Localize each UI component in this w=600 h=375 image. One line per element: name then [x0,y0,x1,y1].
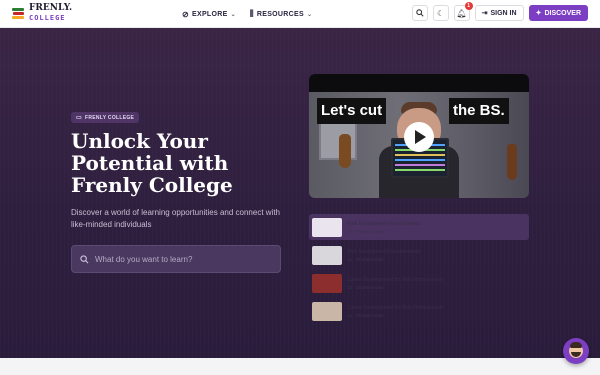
compass-icon: ⊘ [182,9,190,19]
playlist-item[interactable]: Career Development for Web Professionals… [309,298,529,324]
playlist-item-meta: 12 · Shorted video [347,256,384,262]
chat-assistant-button[interactable] [563,338,589,364]
playlist-item-title: Web Development Fundamentals [347,248,422,255]
notification-badge: 1 [464,2,473,10]
chevron-down-icon: ⌄ [230,11,236,18]
playlist-item-meta: 12 · Shorted video [347,228,384,234]
brand-subname: COLLEGE [29,14,66,22]
books-icon [12,6,24,20]
playlist-thumbnail [312,217,342,237]
avatar [569,342,583,358]
playlist-item-meta: 12 · Shorted video [347,284,384,290]
playlist-thumbnail [312,273,342,293]
sign-in-button[interactable]: ⇥ SIGN IN [474,5,524,21]
playlist-item[interactable]: Web Development Fundamentals 12 · Shorte… [309,214,529,240]
playlist-thumbnail [312,245,342,265]
playlist-thumbnail [312,301,342,321]
search-icon [80,254,89,263]
discover-label: DISCOVER [544,9,581,17]
sparkle-icon: ✦ [535,10,542,17]
bell-icon: 🔔︎ [456,8,467,18]
video-caption-left: Let's cut [317,98,387,124]
course-search-input[interactable] [95,254,265,264]
search-icon [415,9,424,17]
chevron-down-icon: ⌄ [306,11,313,18]
notifications-button[interactable]: 🔔︎ 1 [453,2,473,21]
video-top-bar [309,74,529,92]
play-button[interactable] [404,122,434,152]
guitar [507,144,517,180]
discover-button[interactable]: ✦ DISCOVER [528,5,588,21]
playlist-item[interactable]: Career Development for Web Professionals… [309,270,529,296]
main-nav: ⊘ EXPLORE ⌄ ⫼ RESOURCES ⌄ [182,0,312,28]
top-navbar: FRENLY. COLLEGE ⊘ EXPLORE ⌄ ⫼ RESOURCES … [0,0,600,28]
login-icon: ⇥ [481,10,488,17]
sign-in-label: SIGN IN [490,9,517,17]
header-actions: ☾ 🔔︎ 1 ⇥ SIGN IN ✦ DISCOVER [411,2,588,21]
search-button[interactable] [411,5,428,21]
nav-resources-label: RESOURCES [256,10,304,18]
playlist-item-meta: 12 · Shorted video [347,312,384,318]
guitar [339,134,351,168]
video-player[interactable]: Let's cut the BS. [309,74,529,198]
playlist-item-title: Career Development for Web Professionals [347,304,444,311]
hero-tag: ▭ FRENLY COLLEGE [71,112,140,123]
playlist-item-title: Web Development Fundamentals [347,220,422,227]
nav-resources[interactable]: ⫼ RESOURCES ⌄ [250,9,312,19]
video-caption-right: the BS. [449,98,509,124]
course-search [71,245,281,273]
nav-explore[interactable]: ⊘ EXPLORE ⌄ [182,10,236,19]
theme-toggle-button[interactable]: ☾ [432,5,449,21]
book-icon: ▭ [76,115,82,121]
next-section [0,358,600,375]
playlist-item[interactable]: Web Development Fundamentals 12 · Shorte… [309,242,529,268]
moon-icon: ☾ [437,8,445,18]
hero-subtitle: Discover a world of learning opportuniti… [71,208,281,229]
hero-tag-label: FRENLY COLLEGE [84,114,135,121]
brand-name: FRENLY. [29,3,73,13]
video-playlist: Web Development Fundamentals 12 · Shorte… [309,214,529,326]
playlist-item-title: Career Development for Web Professionals [347,276,444,283]
library-icon: ⫼ [249,9,254,18]
nav-explore-label: EXPLORE [192,10,228,18]
hero-headline: Unlock Your Potential with Frenly Colleg… [71,129,233,197]
brand-logo[interactable]: FRENLY. COLLEGE [12,4,72,22]
